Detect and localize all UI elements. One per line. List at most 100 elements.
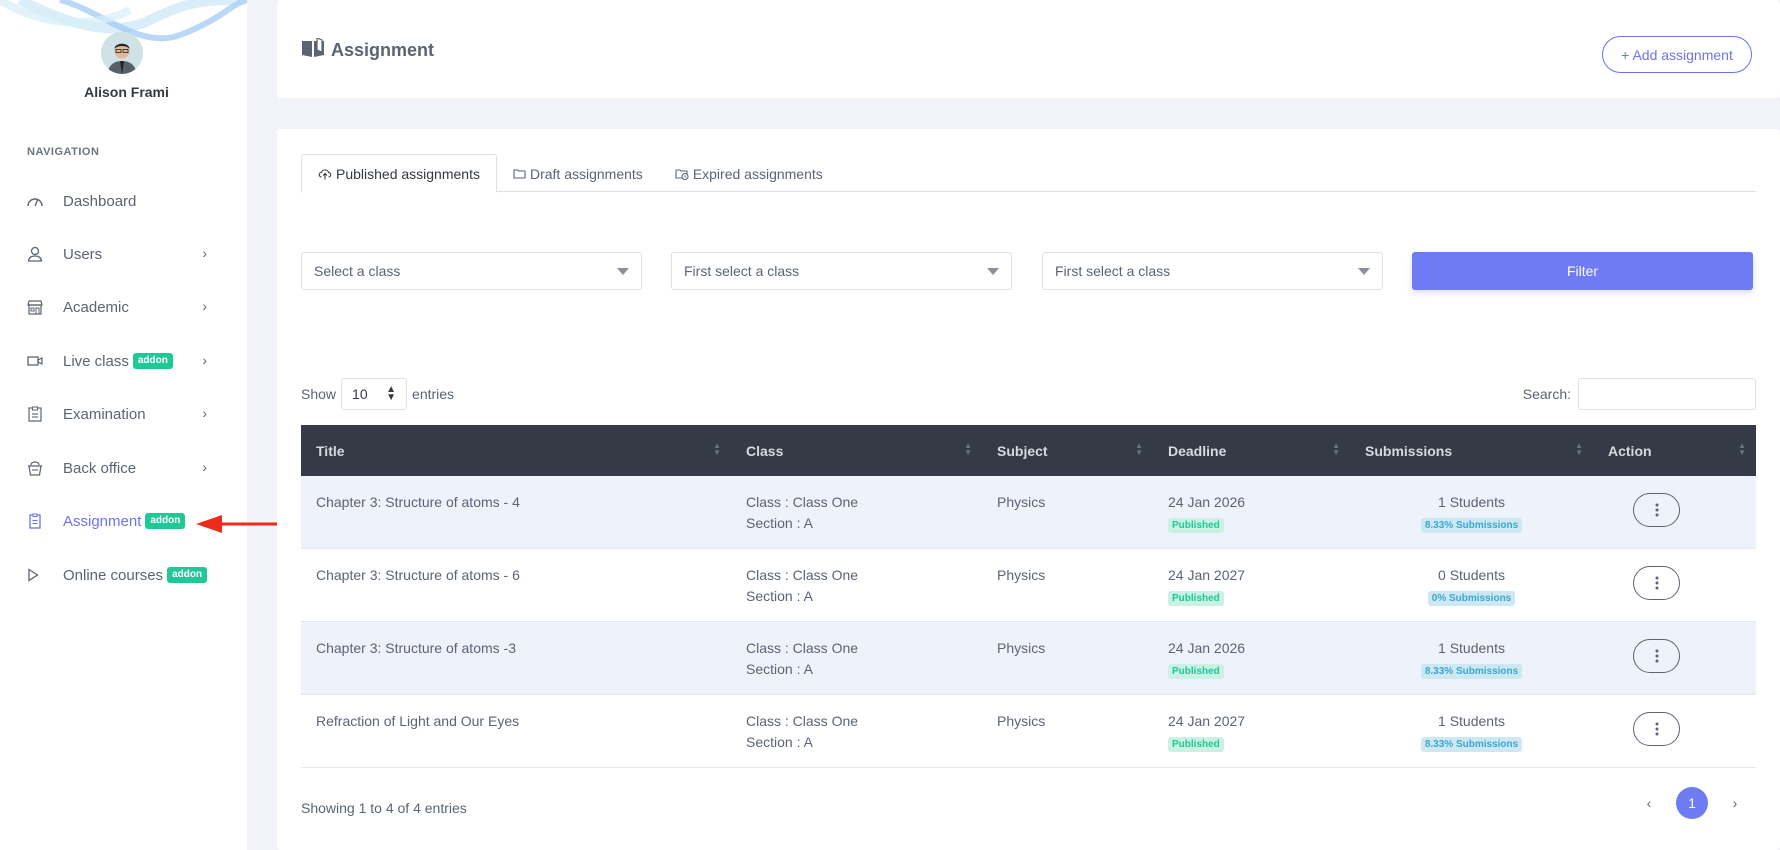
next-page-button[interactable]: › [1722,795,1748,811]
cell-class: Class : Class One Section : A [731,476,982,548]
column-header-subject[interactable]: Subject ▲ ▼ [982,425,1153,476]
sidebar-item-dashboard[interactable]: Dashboard [27,186,217,216]
cell-title: Refraction of Light and Our Eyes [316,713,520,729]
addon-badge: addon [167,567,208,583]
submissions-badge: 8.33% Submissions [1420,664,1523,679]
row-actions-button[interactable] [1633,566,1680,600]
sidebar-item-online-courses[interactable]: Online courses addon [27,560,217,590]
column-header-title[interactable]: Title ▲ ▼ [301,425,731,476]
cell-submissions: 1 Students 8.33% Submissions [1350,476,1593,548]
basket-icon [27,459,51,477]
cell-class: Class : Class One Section : A [731,695,982,767]
row-actions-button[interactable] [1633,493,1680,527]
folder-icon [513,168,526,179]
column-label: Submissions [1365,442,1453,459]
row-actions-button[interactable] [1633,712,1680,746]
sidebar: Alison Frami NAVIGATION Dashboard Users … [0,0,247,850]
filter-button[interactable]: Filter [1412,252,1753,290]
avatar[interactable] [101,32,143,74]
sidebar-item-label: Back office [63,459,137,477]
column-label: Title [316,442,345,459]
column-header-action[interactable]: Action ▲ ▼ [1593,425,1756,476]
caret-down-icon [987,268,999,275]
cell-subject: Physics [997,567,1046,583]
cell-action [1593,695,1756,767]
submissions-badge: 8.33% Submissions [1420,518,1523,533]
cell-title: Chapter 3: Structure of atoms - 4 [316,494,520,510]
status-badge: Published [1168,737,1224,752]
nav-heading: NAVIGATION [27,146,100,158]
chevron-right-icon: › [202,405,207,421]
search-label: Search: [1522,386,1571,402]
cell-submissions: 1 Students 8.33% Submissions [1350,695,1593,767]
page-title-text: Assignment [331,40,435,60]
sort-updown-icon: ▲ ▼ [386,384,397,403]
sort-icon: ▲ ▼ [1575,441,1583,457]
cell-class: Class : Class One Section : A [731,622,982,694]
cell-action [1593,476,1756,548]
more-vertical-icon [1655,503,1658,517]
column-label: Subject [997,442,1048,459]
sidebar-item-examination[interactable]: Examination › [27,399,217,429]
add-assignment-button[interactable]: + Add assignment [1602,36,1752,73]
cell-subject: Physics [997,713,1046,729]
subject-select[interactable]: First select a class [1042,252,1383,290]
section-text: Section : A [746,661,813,677]
tab-label: Expired assignments [692,165,823,182]
show-entries: Show 10 ▲ ▼ entries [301,378,454,410]
assignment-panel: Published assignments Draft assignments … [277,129,1780,850]
subject-select-value: First select a class [1055,263,1171,279]
column-header-class[interactable]: Class ▲ ▼ [731,425,982,476]
students-count: 0 Students [1438,567,1505,583]
column-header-submissions[interactable]: Submissions ▲ ▼ [1350,425,1593,476]
class-text: Class : Class One [746,567,859,583]
status-badge: Published [1168,518,1224,533]
sort-icon: ▲ ▼ [713,441,721,457]
row-actions-button[interactable] [1633,639,1680,673]
sidebar-item-users[interactable]: Users › [27,239,217,269]
search-input[interactable] [1578,378,1756,410]
section-select[interactable]: First select a class [671,252,1012,290]
sidebar-item-label: Academic [63,298,129,316]
table-info: Showing 1 to 4 of 4 entries [301,800,467,816]
entries-per-page-select[interactable]: 10 ▲ ▼ [341,378,408,410]
tab-label: Draft assignments [529,165,643,182]
column-label: Deadline [1168,442,1227,459]
status-badge: Published [1168,664,1224,679]
chevron-right-icon: › [202,245,207,261]
table-row: Refraction of Light and Our Eyes Class :… [301,695,1756,768]
tab-published-assignments[interactable]: Published assignments [301,154,497,193]
sidebar-item-back-office[interactable]: Back office › [27,453,217,483]
sidebar-item-label: Live class [63,352,129,370]
column-header-deadline[interactable]: Deadline ▲ ▼ [1153,425,1350,476]
cell-action [1593,622,1756,694]
more-vertical-icon [1655,576,1658,590]
cell-class: Class : Class One Section : A [731,549,982,621]
sidebar-item-academic[interactable]: Academic › [27,292,217,322]
section-text: Section : A [746,515,813,531]
table-row: Chapter 3: Structure of atoms -3 Class :… [301,622,1756,695]
sidebar-item-assignment[interactable]: Assignment addon [27,506,217,536]
page-1-button[interactable]: 1 [1676,787,1708,819]
tab-draft-assignments[interactable]: Draft assignments [497,154,659,193]
play-icon [27,566,51,584]
section-text: Section : A [746,734,813,750]
previous-page-button[interactable]: ‹ [1636,795,1662,811]
deadline-text: 24 Jan 2026 [1168,494,1246,510]
class-select-value: Select a class [314,263,401,279]
cell-deadline: 24 Jan 2027 Published [1153,549,1350,621]
table-search: Search: [1523,378,1756,410]
assignment-icon [27,512,51,530]
deadline-text: 24 Jan 2026 [1168,640,1246,656]
deadline-text: 24 Jan 2027 [1168,713,1246,729]
cell-title: Chapter 3: Structure of atoms - 6 [316,567,520,583]
sidebar-item-live-class[interactable]: Live class addon › [27,346,217,376]
dashboard-icon [27,192,51,210]
sidebar-item-label: Examination [63,405,146,423]
class-select[interactable]: Select a class [301,252,642,290]
tab-expired-assignments[interactable]: Expired assignments [659,154,839,193]
page-title: Assignment [301,37,435,63]
column-label: Class [746,442,784,459]
chevron-right-icon: › [202,352,207,368]
cell-deadline: 24 Jan 2026 Published [1153,476,1350,548]
